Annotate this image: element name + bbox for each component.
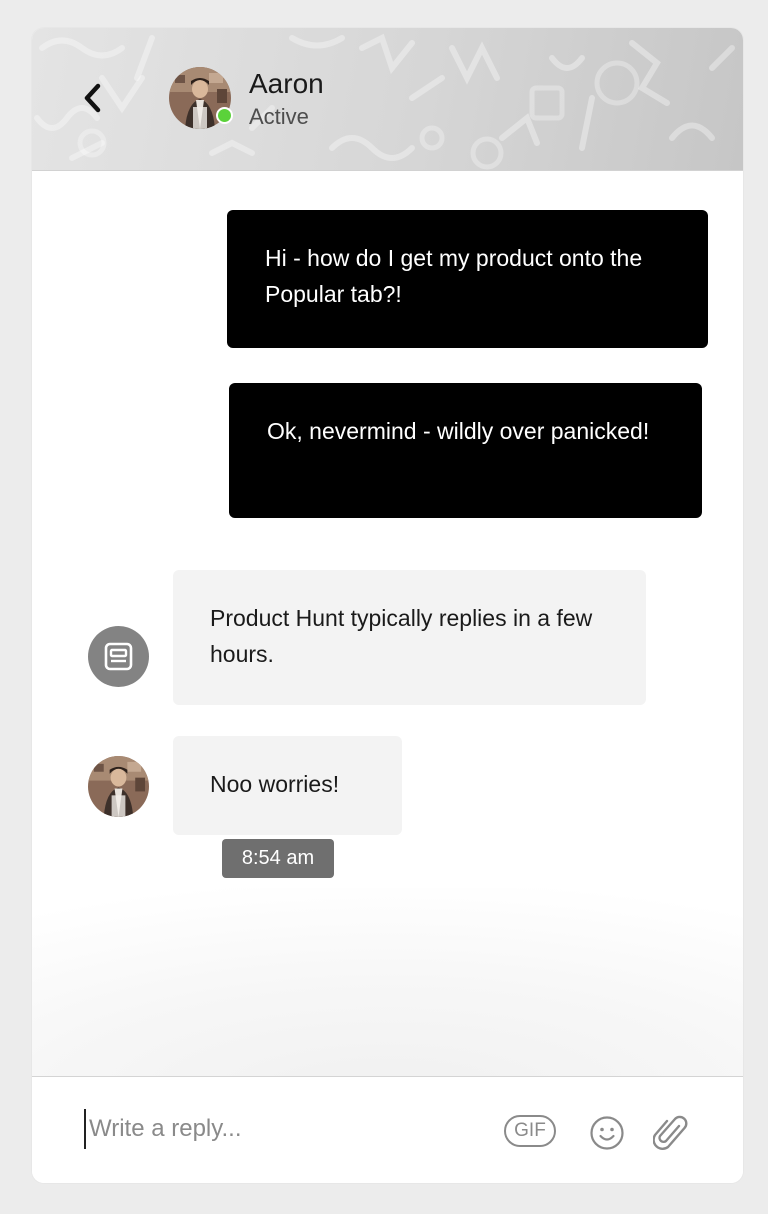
header-pattern [34, 33, 735, 170]
bot-avatar [88, 626, 149, 687]
inbox-icon [104, 642, 133, 671]
chat-window: Aaron Active Hi - how do I get my produc… [32, 28, 743, 1183]
chevron-left-icon [84, 83, 101, 113]
contact-status: Active [249, 104, 309, 129]
gif-button[interactable]: GIF [504, 1115, 556, 1147]
online-status-dot [216, 107, 233, 124]
contact-avatar[interactable] [169, 67, 233, 129]
message-outgoing: Ok, nevermind - wildly over panicked! [229, 383, 702, 518]
message-incoming: Product Hunt typically replies in a few … [173, 570, 646, 705]
attach-button[interactable] [652, 1113, 689, 1153]
emoji-button[interactable] [589, 1115, 625, 1151]
back-button[interactable] [78, 80, 108, 116]
message-timestamp: 8:54 am [222, 839, 334, 878]
reply-composer: GIF [32, 1076, 743, 1183]
message-outgoing: Hi - how do I get my product onto the Po… [227, 210, 708, 348]
sender-avatar[interactable] [88, 756, 149, 817]
message-incoming: Noo worries! [173, 736, 402, 835]
messages-fade [32, 888, 743, 1076]
paperclip-icon [652, 1115, 688, 1150]
person-photo-icon [88, 756, 149, 817]
chat-header: Aaron Active [32, 28, 743, 171]
contact-name: Aaron [249, 68, 324, 99]
reply-input[interactable] [84, 1109, 489, 1149]
smiley-icon [590, 1116, 624, 1150]
